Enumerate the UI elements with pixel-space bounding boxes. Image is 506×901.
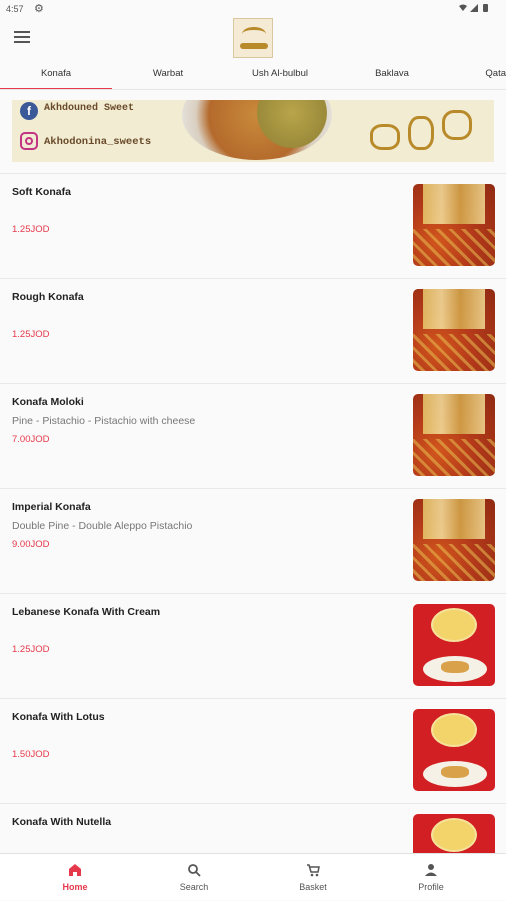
arabic-logo-lettering (360, 106, 480, 156)
product-price: 9.00JOD (12, 539, 50, 550)
product-name: Konafa Moloki (12, 396, 84, 408)
status-time: 4:57 (6, 4, 24, 14)
product-name: Imperial Konafa (12, 501, 91, 513)
category-tabs: Konafa Warbat Ush Al-bulbul Baklava Qata (0, 60, 506, 90)
status-icons (458, 3, 492, 16)
product-name: Lebanese Konafa With Cream (12, 606, 161, 618)
product-price: 1.25JOD (12, 224, 50, 235)
nav-search-label: Search (179, 882, 209, 892)
brand-logo (233, 18, 273, 58)
product-image (413, 604, 495, 686)
product-price: 1.25JOD (12, 644, 50, 655)
product-list: f Akhdouned Sweet Akhodonina_sweets Soft… (0, 91, 506, 853)
product-name: Rough Konafa (12, 291, 84, 303)
product-image (413, 289, 495, 371)
nav-home-label: Home (62, 882, 88, 892)
product-name: Konafa With Lotus (12, 711, 105, 723)
product-description: Double Pine - Double Aleppo Pistachio (12, 520, 193, 532)
product-image (413, 814, 495, 853)
product-name: Konafa With Nutella (12, 816, 112, 828)
product-name: Soft Konafa (12, 186, 71, 198)
settings-gear-icon: ⚙ (34, 3, 44, 15)
nav-home[interactable]: Home (12, 854, 138, 901)
facebook-handle: Akhdouned Sweet (44, 103, 135, 114)
nav-basket[interactable]: Basket (250, 854, 376, 901)
nav-profile[interactable]: Profile (368, 854, 494, 901)
instagram-icon (20, 132, 38, 150)
tab-warbat[interactable]: Warbat (112, 60, 224, 89)
nav-profile-label: Profile (418, 882, 444, 892)
tab-konafa[interactable]: Konafa (0, 60, 112, 89)
product-price: 1.25JOD (12, 329, 50, 340)
tab-ush-al-bulbul[interactable]: Ush Al-bulbul (224, 60, 336, 89)
app-bar (0, 18, 506, 60)
bottom-navigation: Home Search Basket Profile (0, 853, 506, 900)
product-image (413, 184, 495, 266)
instagram-handle: Akhodonina_sweets (44, 136, 152, 148)
list-item[interactable]: Lebanese Konafa With Cream 1.25JOD (0, 593, 506, 697)
product-image (413, 709, 495, 791)
home-icon (69, 864, 81, 876)
search-icon (188, 864, 201, 877)
product-description: Pine - Pistachio - Pistachio with cheese (12, 415, 196, 427)
promo-banner[interactable]: f Akhdouned Sweet Akhodonina_sweets (12, 100, 494, 162)
person-icon (425, 864, 437, 876)
tab-baklava[interactable]: Baklava (336, 60, 448, 89)
product-price: 7.00JOD (12, 434, 50, 445)
nav-search[interactable]: Search (131, 854, 257, 901)
list-item[interactable]: Rough Konafa 1.25JOD (0, 278, 506, 382)
product-price: 1.50JOD (12, 749, 50, 760)
facebook-icon: f (20, 102, 38, 120)
list-item[interactable]: Imperial Konafa Double Pine - Double Ale… (0, 488, 506, 592)
cart-icon (307, 864, 320, 877)
nav-basket-label: Basket (299, 882, 327, 892)
product-image (413, 499, 495, 581)
list-item[interactable]: Konafa With Lotus 1.50JOD (0, 698, 506, 802)
menu-icon[interactable] (14, 31, 30, 43)
list-item[interactable]: Konafa With Nutella (0, 803, 506, 853)
list-item[interactable]: Konafa Moloki Pine - Pistachio - Pistach… (0, 383, 506, 487)
list-item[interactable]: Soft Konafa 1.25JOD (0, 173, 506, 277)
tab-qata[interactable]: Qata (446, 60, 506, 89)
wifi-battery-icon (459, 4, 488, 12)
product-image (413, 394, 495, 476)
status-bar: 4:57 ⚙ (0, 0, 506, 18)
